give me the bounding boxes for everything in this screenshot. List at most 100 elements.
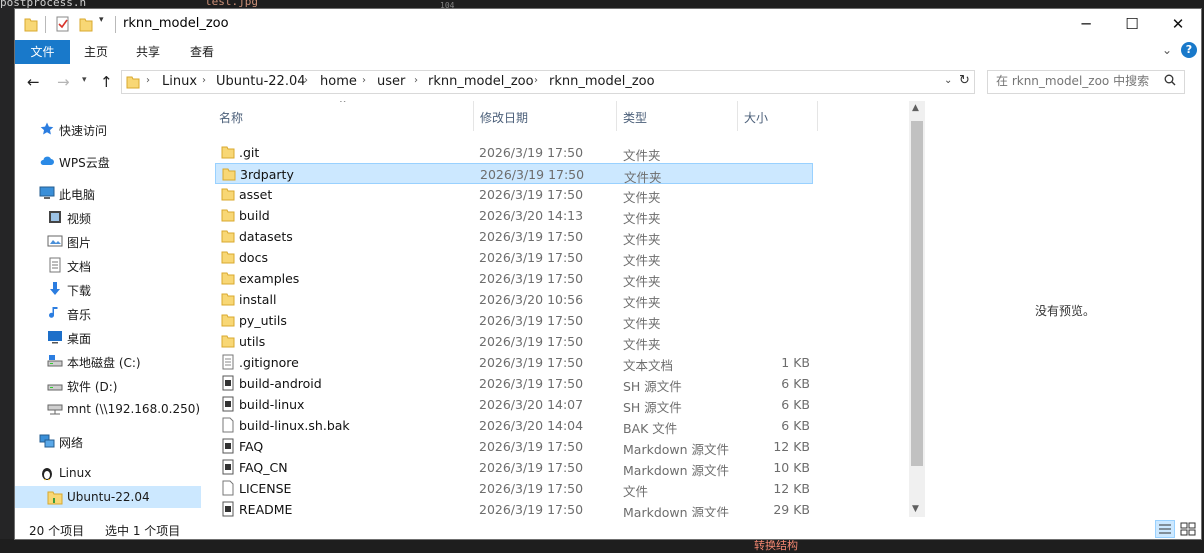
file-name: README [239, 502, 293, 517]
folder-icon [221, 270, 235, 289]
close-button[interactable]: ✕ [1155, 9, 1201, 39]
file-row[interactable]: FAQ 2026/3/19 17:50 Markdown 源文件 12 KB [215, 436, 813, 457]
file-row[interactable]: LICENSE 2026/3/19 17:50 文件 12 KB [215, 478, 813, 499]
search-icon[interactable] [1164, 74, 1176, 90]
recent-locations-chevron-icon[interactable]: ▾ [82, 75, 87, 85]
large-icons-view-button[interactable] [1178, 520, 1198, 538]
nav-item-network[interactable]: 网络 [15, 430, 201, 452]
column-divider[interactable] [616, 101, 617, 131]
nav-item-videos[interactable]: 视频 [15, 206, 201, 228]
customize-toolbar-dropdown-icon[interactable]: ▾ [99, 15, 104, 25]
breadcrumb-separator-icon[interactable]: › [202, 75, 206, 86]
tab-share[interactable]: 共享 [129, 41, 167, 63]
scrollbar-thumb[interactable] [911, 121, 923, 466]
file-name: build-linux.sh.bak [239, 418, 350, 433]
file-row[interactable]: install 2026/3/20 10:56 文件夹 [215, 289, 813, 310]
nav-item-pictures[interactable]: 图片 [15, 230, 201, 252]
nav-item-local-disk-c[interactable]: 本地磁盘 (C:) [15, 350, 201, 372]
file-row[interactable]: README 2026/3/19 17:50 Markdown 源文件 29 KB [215, 499, 813, 517]
search-box[interactable] [987, 70, 1185, 94]
file-row[interactable]: build-linux.sh.bak 2026/3/20 14:04 BAK 文件 6… [215, 415, 813, 436]
back-arrow-icon[interactable]: ← [27, 73, 40, 91]
minimize-button[interactable]: ─ [1063, 9, 1109, 39]
file-row[interactable]: docs 2026/3/19 17:50 文件夹 [215, 247, 813, 268]
breadcrumb-separator-icon[interactable]: › [146, 75, 150, 86]
tab-file[interactable]: 文件 [15, 40, 70, 64]
nav-item-linux[interactable]: Linux [15, 462, 201, 484]
help-icon[interactable]: ? [1181, 42, 1197, 58]
breadcrumb-linux[interactable]: Linux [162, 74, 197, 89]
forward-arrow-icon[interactable]: → [57, 73, 70, 91]
nav-item-downloads[interactable]: 下载 [15, 278, 201, 300]
breadcrumb-separator-icon[interactable]: › [362, 75, 366, 86]
search-input[interactable] [996, 74, 1156, 88]
file-size: 1 KB [781, 355, 810, 370]
nav-item-this-pc[interactable]: 此电脑 [15, 182, 201, 204]
address-history-chevron-icon[interactable]: ⌄ [944, 75, 952, 86]
vertical-scrollbar[interactable]: ▲ ▼ [909, 101, 925, 517]
address-bar[interactable]: › Linux › Ubuntu-22.04 › home › user › r… [121, 70, 975, 94]
file-row[interactable]: build-android 2026/3/19 17:50 SH 源文件 6 KB [215, 373, 813, 394]
drive-icon [47, 377, 63, 393]
folder-icon [24, 16, 38, 35]
ribbon-tabs: 文件 主页 共享 查看 ⌄ ? [15, 39, 1201, 65]
column-header-date[interactable]: 修改日期 [480, 109, 528, 126]
tab-view[interactable]: 查看 [183, 41, 221, 63]
scroll-up-arrow-icon[interactable]: ▲ [912, 103, 919, 113]
column-header-name[interactable]: 名称 [219, 109, 243, 126]
nav-item-documents[interactable]: 文档 [15, 254, 201, 276]
nav-item-software-d[interactable]: 软件 (D:) [15, 374, 201, 396]
file-row[interactable]: 3rdparty 2026/3/19 17:50 文件夹 [215, 163, 813, 185]
nav-item-quick-access[interactable]: 快速访问 [15, 118, 201, 140]
breadcrumb-separator-icon[interactable]: › [414, 75, 418, 86]
file-row[interactable]: py_utils 2026/3/19 17:50 文件夹 [215, 310, 813, 331]
breadcrumb-separator-icon[interactable]: › [304, 75, 308, 86]
column-divider[interactable] [737, 101, 738, 131]
refresh-icon[interactable]: ↻ [959, 73, 970, 88]
column-divider[interactable] [473, 101, 474, 131]
up-arrow-icon[interactable]: ↑ [100, 73, 113, 91]
breadcrumb-ubuntu[interactable]: Ubuntu-22.04 [216, 74, 306, 89]
file-modified-date: 2026/3/19 17:50 [479, 460, 584, 475]
breadcrumb-separator-icon[interactable]: › [534, 75, 538, 86]
file-modified-date: 2026/3/20 14:04 [479, 418, 584, 433]
column-header-size[interactable]: 大小 [744, 109, 768, 126]
file-modified-date: 2026/3/19 17:50 [480, 167, 585, 182]
file-row[interactable]: .git 2026/3/19 17:50 文件夹 [215, 142, 813, 163]
nav-item-desktop[interactable]: 桌面 [15, 326, 201, 348]
properties-icon[interactable] [55, 16, 71, 35]
nav-item-music[interactable]: 音乐 [15, 302, 201, 324]
breadcrumb-home[interactable]: home [320, 74, 357, 89]
file-row[interactable]: asset 2026/3/19 17:50 文件夹 [215, 184, 813, 205]
file-row[interactable]: FAQ_CN 2026/3/19 17:50 Markdown 源文件 10 KB [215, 457, 813, 478]
file-row[interactable]: build-linux 2026/3/20 14:07 SH 源文件 6 KB [215, 394, 813, 415]
file-row[interactable]: .gitignore 2026/3/19 17:50 文本文档 1 KB [215, 352, 813, 373]
tab-home[interactable]: 主页 [77, 41, 115, 63]
new-folder-icon[interactable] [79, 16, 93, 35]
file-row[interactable]: build 2026/3/20 14:13 文件夹 [215, 205, 813, 226]
nav-item-wps-cloud[interactable]: WPS云盘 [15, 150, 201, 172]
file-size: 12 KB [773, 481, 810, 496]
file-row[interactable]: datasets 2026/3/19 17:50 文件夹 [215, 226, 813, 247]
details-view-button[interactable] [1155, 520, 1175, 538]
breadcrumb-rknn-model-zoo[interactable]: rknn_model_zoo [428, 74, 534, 89]
nav-item-ubuntu[interactable]: Ubuntu-22.04 [15, 486, 201, 508]
scroll-down-arrow-icon[interactable]: ▼ [912, 504, 919, 514]
maximize-button[interactable]: ☐ [1109, 9, 1155, 39]
expand-ribbon-chevron-icon[interactable]: ⌄ [1162, 43, 1172, 57]
file-size: 12 KB [773, 439, 810, 454]
background-tab-fragment: test.jpg [205, 0, 258, 8]
file-modified-date: 2026/3/20 14:13 [479, 208, 584, 223]
selected-count: 选中 1 个项目 [105, 524, 181, 538]
column-divider[interactable] [817, 101, 818, 131]
file-row[interactable]: examples 2026/3/19 17:50 文件夹 [215, 268, 813, 289]
breadcrumb-rknn-model-zoo-current[interactable]: rknn_model_zoo [549, 74, 655, 89]
file-row[interactable]: utils 2026/3/19 17:50 文件夹 [215, 331, 813, 352]
file-modified-date: 2026/3/19 17:50 [479, 145, 584, 160]
nav-item-label: 本地磁盘 (C:) [67, 356, 141, 370]
network-icon [39, 433, 55, 449]
column-header-type[interactable]: 类型 [623, 109, 647, 126]
nav-item-mnt-network-drive[interactable]: mnt (\\192.168.0.250) ( [15, 398, 201, 420]
preview-pane: 没有预览。 [925, 101, 1201, 517]
breadcrumb-user[interactable]: user [377, 74, 405, 89]
